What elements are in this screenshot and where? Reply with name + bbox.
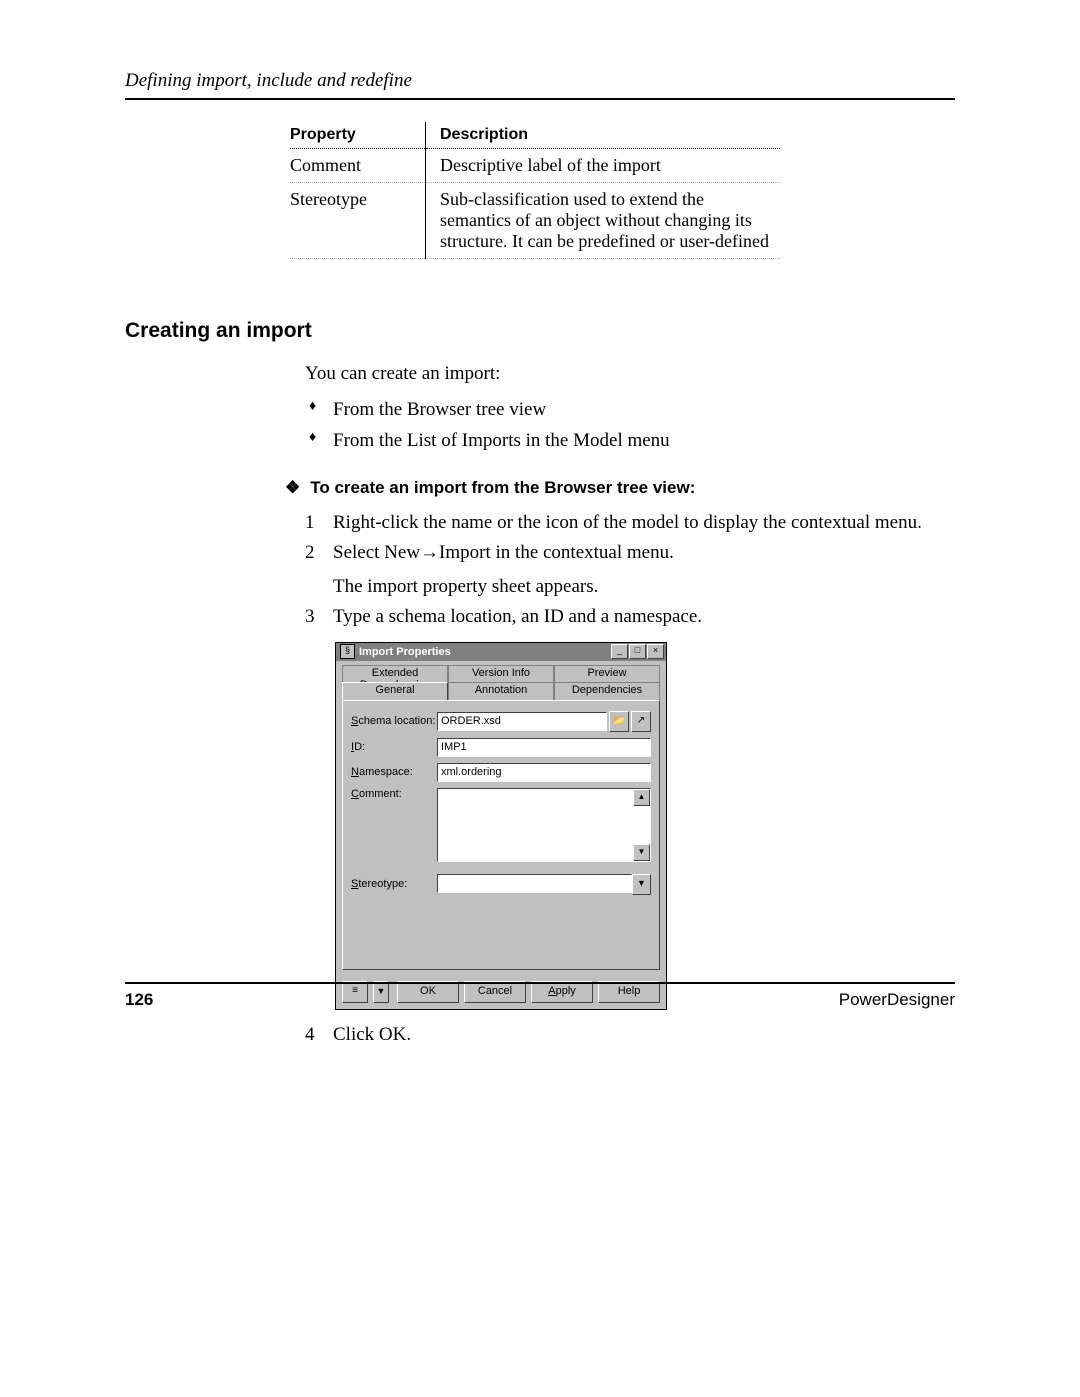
import-properties-dialog: § Import Properties _ □ × Extended Depen… — [335, 642, 667, 1010]
step: 3 Type a schema location, an ID and a na… — [305, 606, 955, 628]
step-text: Type a schema location, an ID and a name… — [333, 606, 955, 628]
cell-desc: Sub-classification used to extend the se… — [426, 183, 781, 259]
step-number: 2 — [305, 542, 333, 598]
step-number: 1 — [305, 512, 333, 534]
tab-annotation[interactable]: Annotation — [448, 682, 554, 700]
section-heading: Creating an import — [125, 319, 955, 343]
scroll-up-button[interactable]: ▲ — [633, 789, 650, 806]
stereotype-input[interactable] — [437, 874, 632, 893]
tab-extended-dependencies[interactable]: Extended Dependencies — [342, 665, 448, 683]
dialog-title: Import Properties — [359, 646, 451, 658]
namespace-input[interactable]: xml.ordering — [437, 763, 651, 782]
step: 4 Click OK. — [305, 1024, 955, 1046]
open-file-button[interactable]: 📂 — [609, 711, 629, 732]
step-number: 4 — [305, 1024, 333, 1046]
bullet-list: From the Browser tree view From the List… — [305, 397, 955, 454]
property-table: Property Description Comment Descriptive… — [290, 122, 780, 259]
step-number: 3 — [305, 606, 333, 628]
schema-location-input[interactable]: ORDER.xsd — [437, 712, 607, 731]
namespace-label: Namespace: — [351, 766, 437, 778]
minimize-button[interactable]: _ — [611, 644, 628, 659]
comment-label: Comment: — [351, 788, 437, 800]
step-text: Right-click the name or the icon of the … — [333, 512, 955, 534]
step-text: Select New→Import in the contextual menu… — [333, 542, 674, 563]
cell-prop: Stereotype — [290, 183, 426, 259]
cell-prop: Comment — [290, 149, 426, 183]
product-name: PowerDesigner — [839, 990, 955, 1010]
th-property: Property — [290, 122, 426, 149]
table-row: Comment Descriptive label of the import — [290, 149, 780, 183]
scroll-down-button[interactable]: ▼ — [633, 844, 650, 861]
table-row: Stereotype Sub-classification used to ex… — [290, 183, 780, 259]
list-item: From the List of Imports in the Model me… — [305, 428, 955, 454]
intro-text: You can create an import: — [305, 361, 955, 387]
id-input[interactable]: IMP1 — [437, 738, 651, 757]
running-header: Defining import, include and redefine — [125, 70, 955, 100]
browse-button[interactable]: ↗ — [631, 711, 651, 732]
cell-desc: Descriptive label of the import — [426, 149, 781, 183]
procedure-heading: To create an import from the Browser tre… — [285, 478, 955, 498]
stereotype-dropdown-button[interactable]: ▼ — [632, 874, 651, 895]
app-icon: § — [340, 644, 355, 659]
step-text: Click OK. — [333, 1024, 955, 1046]
list-item: From the Browser tree view — [305, 397, 955, 423]
step-result: The import property sheet appears. — [333, 576, 955, 598]
maximize-button[interactable]: □ — [629, 644, 646, 659]
page-footer: 126 PowerDesigner — [125, 982, 955, 1010]
id-label: ID: — [351, 741, 437, 753]
close-button[interactable]: × — [647, 644, 664, 659]
step: 1 Right-click the name or the icon of th… — [305, 512, 955, 534]
tab-version-info[interactable]: Version Info — [448, 665, 554, 683]
dialog-titlebar[interactable]: § Import Properties _ □ × — [336, 643, 666, 661]
th-description: Description — [426, 122, 781, 149]
tab-preview[interactable]: Preview — [554, 665, 660, 683]
stereotype-label: Stereotype: — [351, 878, 437, 890]
schema-location-label: Schema location: — [351, 715, 437, 727]
tab-general[interactable]: General — [342, 682, 448, 700]
tab-panel-general: Schema location: ORDER.xsd 📂 ↗ ID: IMP1 … — [342, 700, 660, 970]
comment-textarea[interactable]: ▲ ▼ — [437, 788, 651, 862]
step: 2 Select New→Import in the contextual me… — [305, 542, 955, 598]
tab-dependencies[interactable]: Dependencies — [554, 682, 660, 700]
page-number: 126 — [125, 990, 153, 1010]
